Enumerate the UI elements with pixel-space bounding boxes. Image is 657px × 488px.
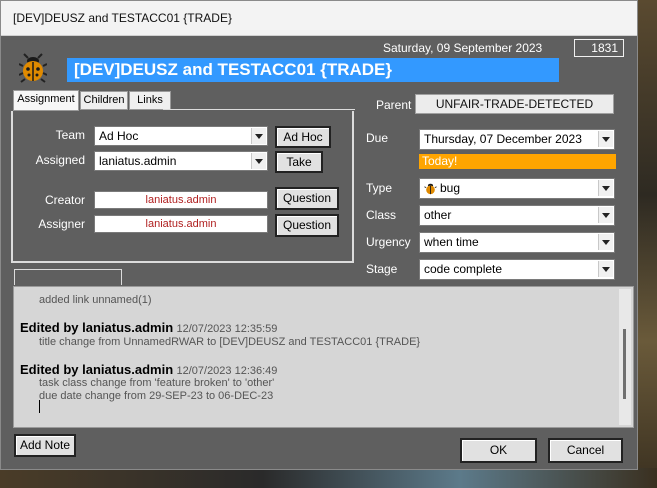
task-title-field[interactable]: [DEV]DEUSZ and TESTACC01 {TRADE} (67, 58, 559, 82)
chevron-down-icon[interactable] (598, 131, 613, 147)
log-entry-author: Edited by laniatus.admin (20, 362, 174, 377)
assigned-label: Assigned (35, 153, 85, 167)
team-select[interactable]: Ad Hoc (94, 126, 268, 146)
assigner-field: laniatus.admin (94, 215, 268, 233)
stage-label: Stage (366, 262, 398, 276)
background-scenery (637, 0, 657, 488)
log-line: due date change from 29-SEP-23 to 06-DEC… (39, 390, 274, 402)
log-line: title change from UnnamedRWAR to [DEV]DE… (39, 336, 421, 348)
log-entry-header: Edited by laniatus.admin 12/07/2023 12:3… (20, 320, 277, 335)
chevron-down-icon[interactable] (598, 261, 613, 277)
task-dialog: [DEV]DEUSZ and TESTACC01 {TRADE} Saturda… (0, 0, 638, 470)
due-date-value: Thursday, 07 December 2023 (424, 132, 582, 146)
log-entry-timestamp: 12/07/2023 12:36:49 (176, 365, 278, 377)
class-label: Class (366, 208, 397, 222)
log-entry-header: Edited by laniatus.admin 12/07/2023 12:3… (20, 362, 277, 377)
ok-button[interactable]: OK (460, 438, 537, 463)
log-entry-timestamp: 12/07/2023 12:35:59 (176, 323, 278, 335)
log-line: task class change from 'feature broken' … (39, 377, 275, 389)
current-date: Saturday, 09 September 2023 (383, 41, 543, 55)
urgency-select[interactable]: when time (419, 232, 615, 253)
today-badge: Today! (419, 154, 616, 169)
window-title: [DEV]DEUSZ and TESTACC01 {TRADE} (13, 11, 232, 25)
team-label: Team (55, 128, 85, 142)
parent-link[interactable]: UNFAIR-TRADE-DETECTED (415, 94, 614, 114)
history-log[interactable]: added link unnamed(1) Edited by laniatus… (13, 286, 634, 428)
task-counter: 1831 (574, 39, 624, 57)
urgency-select-value: when time (424, 235, 479, 249)
due-date-picker[interactable]: Thursday, 07 December 2023 (419, 129, 615, 150)
stage-select-value: code complete (424, 262, 503, 276)
chevron-down-icon[interactable] (251, 128, 266, 144)
urgency-label: Urgency (366, 235, 411, 249)
bug-icon (424, 183, 437, 195)
chevron-down-icon[interactable] (598, 234, 613, 250)
parent-label: Parent (376, 98, 412, 112)
assigned-select[interactable]: laniatus.admin (94, 151, 268, 171)
take-button[interactable]: Take (275, 151, 323, 173)
assigner-label: Assigner (38, 217, 85, 231)
creator-label: Creator (44, 193, 85, 207)
splitter-handle[interactable] (14, 269, 122, 285)
stage-select[interactable]: code complete (419, 259, 615, 280)
background-scenery-bottom (0, 468, 657, 488)
cancel-button[interactable]: Cancel (548, 438, 623, 463)
add-note-button[interactable]: Add Note (14, 434, 76, 457)
log-scrollbar[interactable] (619, 289, 631, 425)
chevron-down-icon[interactable] (598, 207, 613, 223)
text-caret (39, 400, 40, 413)
tab-children[interactable]: Children (80, 91, 128, 110)
bug-icon (19, 53, 47, 83)
chevron-down-icon[interactable] (251, 153, 266, 169)
tab-links[interactable]: Links (129, 91, 171, 110)
adhoc-button[interactable]: Ad Hoc (275, 126, 331, 148)
class-select-value: other (424, 208, 452, 222)
assigned-select-value: laniatus.admin (99, 154, 177, 168)
log-line: added link unnamed(1) (39, 294, 152, 306)
title-bar[interactable]: [DEV]DEUSZ and TESTACC01 {TRADE} (1, 1, 637, 36)
class-select[interactable]: other (419, 205, 615, 226)
type-label: Type (366, 181, 393, 195)
team-select-value: Ad Hoc (99, 129, 139, 143)
tab-assignment[interactable]: Assignment (13, 90, 79, 111)
creator-question-button[interactable]: Question (275, 187, 339, 210)
chevron-down-icon[interactable] (598, 180, 613, 196)
scrollbar-thumb[interactable] (623, 329, 626, 399)
due-label: Due (366, 131, 389, 145)
log-entry-author: Edited by laniatus.admin (20, 320, 174, 335)
tab-divider (163, 109, 355, 110)
assigner-question-button[interactable]: Question (275, 214, 339, 237)
creator-field: laniatus.admin (94, 191, 268, 209)
type-select[interactable]: bug (419, 178, 615, 199)
